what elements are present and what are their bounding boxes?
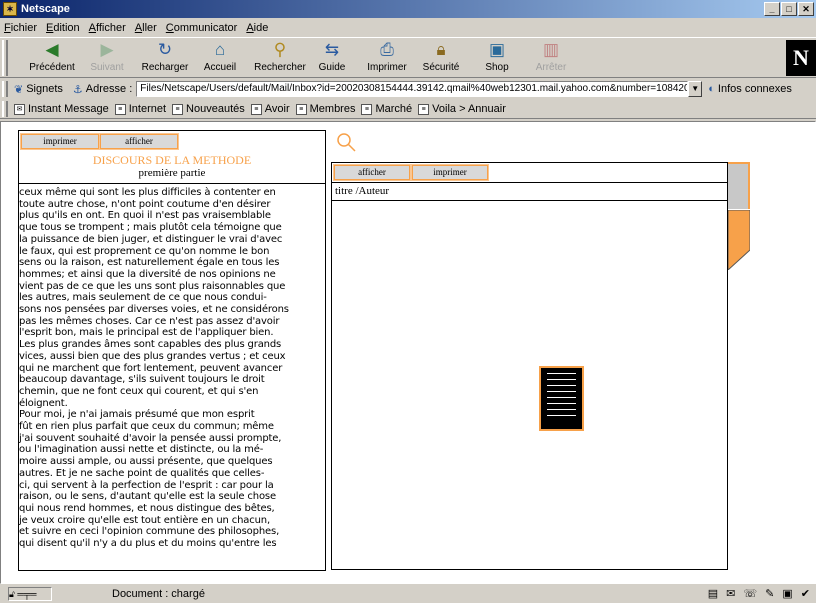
home-icon: ⌂ <box>214 40 226 59</box>
netscape-logo[interactable]: N <box>786 40 816 76</box>
status-bar: 🔓︎ ═╤═ Document : chargé ▤ ✉ ☏ ✎ ▣ ✔ <box>0 585 816 603</box>
forward-arrow-icon: ▶ <box>100 40 114 59</box>
link-internet[interactable]: ≡ Internet <box>114 103 166 115</box>
netscape-icon: ✶ <box>3 2 17 16</box>
magnifier-icon[interactable] <box>336 132 358 154</box>
close-button[interactable]: ✕ <box>798 2 814 16</box>
bookmark-icon: ≡ <box>114 103 126 115</box>
info-panel: afficher imprimer titre /Auteur <box>331 162 728 570</box>
url-dropdown-button[interactable]: ▼ <box>688 81 703 97</box>
shop-button[interactable]: ▣ Shop <box>467 40 527 76</box>
stop-icon: ▥ <box>542 40 560 59</box>
url-input[interactable]: Files/Netscape/Users/default/Mail/Inbox?… <box>136 81 689 97</box>
newsgroup-icon[interactable]: ☏ <box>743 587 757 600</box>
link-avoir[interactable]: ≡ Avoir <box>250 103 290 115</box>
link-marche[interactable]: ≡ Marché <box>361 103 412 115</box>
link-instant-message[interactable]: ✉ Instant Message <box>14 103 109 115</box>
instant-message-icon: ✉ <box>14 103 25 115</box>
forward-button[interactable]: ▶ Suivant <box>77 40 137 76</box>
back-arrow-icon: ◀ <box>45 40 59 59</box>
divider <box>19 183 325 184</box>
link-nouveautes[interactable]: ≡ Nouveautés <box>172 103 245 115</box>
component-bar: ▤ ✉ ☏ ✎ ▣ ✔ <box>708 587 810 600</box>
location-bar: ❦ Signets ⚓︎ Adresse : Files/Netscape/Us… <box>0 79 816 99</box>
print-icon: ⎙ <box>380 40 394 59</box>
bookmark-icon: ≡ <box>295 103 307 115</box>
link-voila[interactable]: ≡ Voila > Annuair <box>418 103 506 115</box>
search-icon: ⚲ <box>273 40 287 59</box>
menu-fichier[interactable]: Fichier <box>4 22 37 34</box>
mail-icon[interactable]: ✉ <box>726 587 735 600</box>
check-icon[interactable]: ✔ <box>801 587 810 600</box>
bookmarks-icon: ❦ <box>14 83 24 96</box>
reload-icon: ↻ <box>157 40 173 59</box>
location-icon: ⚓︎ <box>72 83 83 96</box>
title-bar: ✶ Netscape _ □ ✕ <box>0 0 816 18</box>
bookmark-icon: ≡ <box>172 103 184 115</box>
address-label: Adresse : <box>85 83 133 95</box>
display-button-right[interactable]: afficher <box>333 164 411 181</box>
minimize-button[interactable]: _ <box>764 2 780 16</box>
book-text: ceux même qui sont les plus difficiles à… <box>19 187 289 550</box>
related-links-button[interactable]: Infos connexes <box>718 83 792 95</box>
reload-button[interactable]: ↻ Recharger <box>135 40 195 76</box>
text-panel: imprimer afficher DISCOURS DE LA METHODE… <box>18 130 326 571</box>
document-icon[interactable] <box>539 366 584 431</box>
location-grip[interactable] <box>2 81 8 97</box>
navigation-toolbar: ◀ Précédent ▶ Suivant ↻ Recharger ⌂ Accueil … <box>0 37 816 78</box>
bookmark-icon: ≡ <box>250 103 262 115</box>
guide-icon: ⇆ <box>324 40 340 59</box>
menu-communicator[interactable]: Communicator <box>166 22 238 34</box>
window-controls: _ □ ✕ <box>764 2 814 16</box>
book-subtitle: première partie <box>138 167 206 179</box>
search-button[interactable]: ⚲ Rechercher <box>250 40 310 76</box>
status-text: Document : chargé <box>112 588 205 600</box>
book-title: DISCOURS DE LA METHODE <box>92 153 252 167</box>
menu-edition[interactable]: Edition <box>46 22 80 34</box>
menu-aide[interactable]: Aide <box>246 22 268 34</box>
print-button-right[interactable]: imprimer <box>411 164 489 181</box>
window-title: Netscape <box>21 3 70 15</box>
navigator-icon[interactable]: ▤ <box>708 587 718 600</box>
bookmark-icon: ≡ <box>361 103 373 115</box>
menu-afficher[interactable]: Afficher <box>89 22 126 34</box>
toolbar-grip[interactable] <box>2 40 8 76</box>
menu-bar: Fichier Edition Afficher Aller Communica… <box>0 19 816 36</box>
display-button-left[interactable]: afficher <box>99 133 179 150</box>
print-button[interactable]: ⎙ Imprimer <box>357 40 417 76</box>
back-button[interactable]: ◀ Précédent <box>22 40 82 76</box>
divider <box>332 200 727 201</box>
title-author-label: titre /Auteur <box>335 185 390 197</box>
shop-icon: ▣ <box>488 40 506 59</box>
print-button-left[interactable]: imprimer <box>20 133 100 150</box>
browser-window: ✶ Netscape _ □ ✕ Fichier Edition Affiche… <box>0 0 816 603</box>
security-status-icon[interactable]: 🔓︎ ═╤═ <box>8 587 52 601</box>
side-tab-orange[interactable] <box>728 210 750 270</box>
bookmarks-button[interactable]: ❦ Signets <box>14 83 63 96</box>
stop-button[interactable]: ▥ Arrêter <box>521 40 581 76</box>
address-book-icon[interactable]: ▣ <box>782 587 792 600</box>
composer-icon[interactable]: ✎ <box>765 587 774 600</box>
related-icon[interactable]: ◐ <box>708 83 715 95</box>
menu-aller[interactable]: Aller <box>135 22 157 34</box>
divider <box>332 182 727 183</box>
lock-icon: 🔒︎ <box>436 40 446 59</box>
bookmark-icon: ≡ <box>418 103 430 115</box>
security-button[interactable]: 🔒︎ Sécurité <box>411 40 471 76</box>
personal-grip[interactable] <box>2 101 8 117</box>
guide-button[interactable]: ⇆ Guide <box>302 40 362 76</box>
side-tab-grey[interactable] <box>728 162 750 209</box>
home-button[interactable]: ⌂ Accueil <box>190 40 250 76</box>
page-content: imprimer afficher DISCOURS DE LA METHODE… <box>0 121 816 584</box>
personal-toolbar: ✉ Instant Message ≡ Internet ≡ Nouveautés ≡… <box>0 100 816 119</box>
maximize-button[interactable]: □ <box>781 2 797 16</box>
link-membres[interactable]: ≡ Membres <box>295 103 355 115</box>
